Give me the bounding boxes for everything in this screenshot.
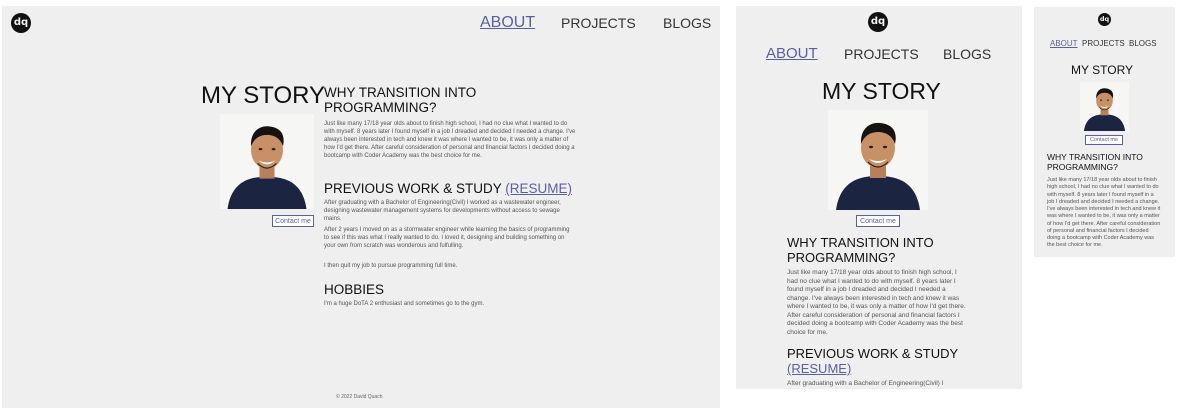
profile-photo bbox=[220, 114, 314, 209]
logo-icon[interactable]: dq bbox=[1098, 13, 1111, 26]
nav-blogs[interactable]: BLOGS bbox=[943, 46, 991, 62]
section-title-transition: WHY TRANSITION INTO PROGRAMMING? bbox=[324, 85, 476, 115]
nav-about[interactable]: ABOUT bbox=[480, 14, 535, 32]
nav-blogs[interactable]: BLOGS bbox=[1129, 39, 1157, 48]
desktop-view: dq ABOUT PROJECTS BLOGS MY STORY Contact… bbox=[2, 6, 720, 408]
section-title-transition: WHY TRANSITION INTO PROGRAMMING? bbox=[787, 235, 934, 265]
contact-button[interactable]: Contact me bbox=[272, 215, 314, 227]
section-title-transition-line2: PROGRAMMING? bbox=[787, 250, 896, 265]
transition-text: Just like many 17/18 year olds about to … bbox=[324, 121, 576, 159]
tablet-view: dq ABOUT PROJECTS BLOGS MY STORY Contact… bbox=[736, 6, 1022, 389]
nav-projects[interactable]: PROJECTS bbox=[1082, 39, 1125, 48]
section-title-transition-line2: PROGRAMMING? bbox=[324, 100, 437, 115]
page-title: MY STORY bbox=[201, 82, 326, 109]
resume-link[interactable]: (RESUME) bbox=[787, 361, 958, 376]
work-text-1-truncated: After graduating with a Bachelor of Engi… bbox=[787, 380, 944, 387]
section-title-work: PREVIOUS WORK & STUDY (RESUME) bbox=[324, 181, 572, 196]
hobbies-text: I'm a huge DoTA 2 enthusiast and sometim… bbox=[324, 301, 485, 307]
section-title-transition-line1: WHY TRANSITION INTO bbox=[1047, 152, 1143, 162]
section-title-transition-line1: WHY TRANSITION INTO bbox=[324, 85, 477, 100]
footer-copyright: © 2022 David Quach bbox=[336, 394, 383, 400]
nav-projects[interactable]: PROJECTS bbox=[561, 15, 636, 31]
contact-button[interactable]: Contact me bbox=[856, 215, 900, 227]
transition-text: Just like many 17/18 year olds about to … bbox=[787, 269, 966, 337]
profile-photo bbox=[828, 110, 928, 210]
portrait-illustration bbox=[828, 110, 928, 210]
page-title: MY STORY bbox=[1071, 63, 1134, 77]
section-title-transition: WHY TRANSITION INTO PROGRAMMING? bbox=[1047, 152, 1143, 172]
work-title-text: PREVIOUS WORK & STUDY bbox=[787, 346, 959, 361]
work-text-1: After graduating with a Bachelor of Engi… bbox=[324, 200, 561, 222]
profile-photo bbox=[1080, 82, 1129, 131]
section-title-hobbies: HOBBIES bbox=[324, 282, 385, 297]
logo-icon[interactable]: dq bbox=[868, 12, 888, 32]
contact-button[interactable]: Contact me bbox=[1085, 135, 1123, 145]
mobile-view: dq ABOUT PROJECTS BLOGS MY STORY Contact… bbox=[1034, 7, 1175, 257]
portrait-illustration bbox=[1080, 82, 1129, 131]
nav-projects[interactable]: PROJECTS bbox=[844, 46, 919, 62]
resume-link[interactable]: (RESUME) bbox=[505, 181, 572, 196]
nav-about[interactable]: ABOUT bbox=[766, 45, 818, 62]
section-title-work: PREVIOUS WORK & STUDY (RESUME) bbox=[787, 346, 958, 376]
logo-icon[interactable]: dq bbox=[11, 13, 31, 33]
section-title-transition-line1: WHY TRANSITION INTO bbox=[787, 235, 934, 250]
nav-blogs[interactable]: BLOGS bbox=[663, 15, 711, 31]
transition-text: Just like many 17/18 year olds about to … bbox=[1047, 177, 1161, 249]
work-text-2: After 2 years I moved on as a stormwater… bbox=[324, 227, 570, 249]
portrait-illustration bbox=[220, 114, 314, 209]
work-text-3: I then quit my job to pursue programming… bbox=[324, 263, 458, 269]
nav-about[interactable]: ABOUT bbox=[1050, 39, 1078, 48]
work-title-text: PREVIOUS WORK & STUDY bbox=[324, 181, 502, 196]
section-title-transition-line2: PROGRAMMING? bbox=[1047, 162, 1118, 172]
page-title: MY STORY bbox=[822, 78, 941, 104]
